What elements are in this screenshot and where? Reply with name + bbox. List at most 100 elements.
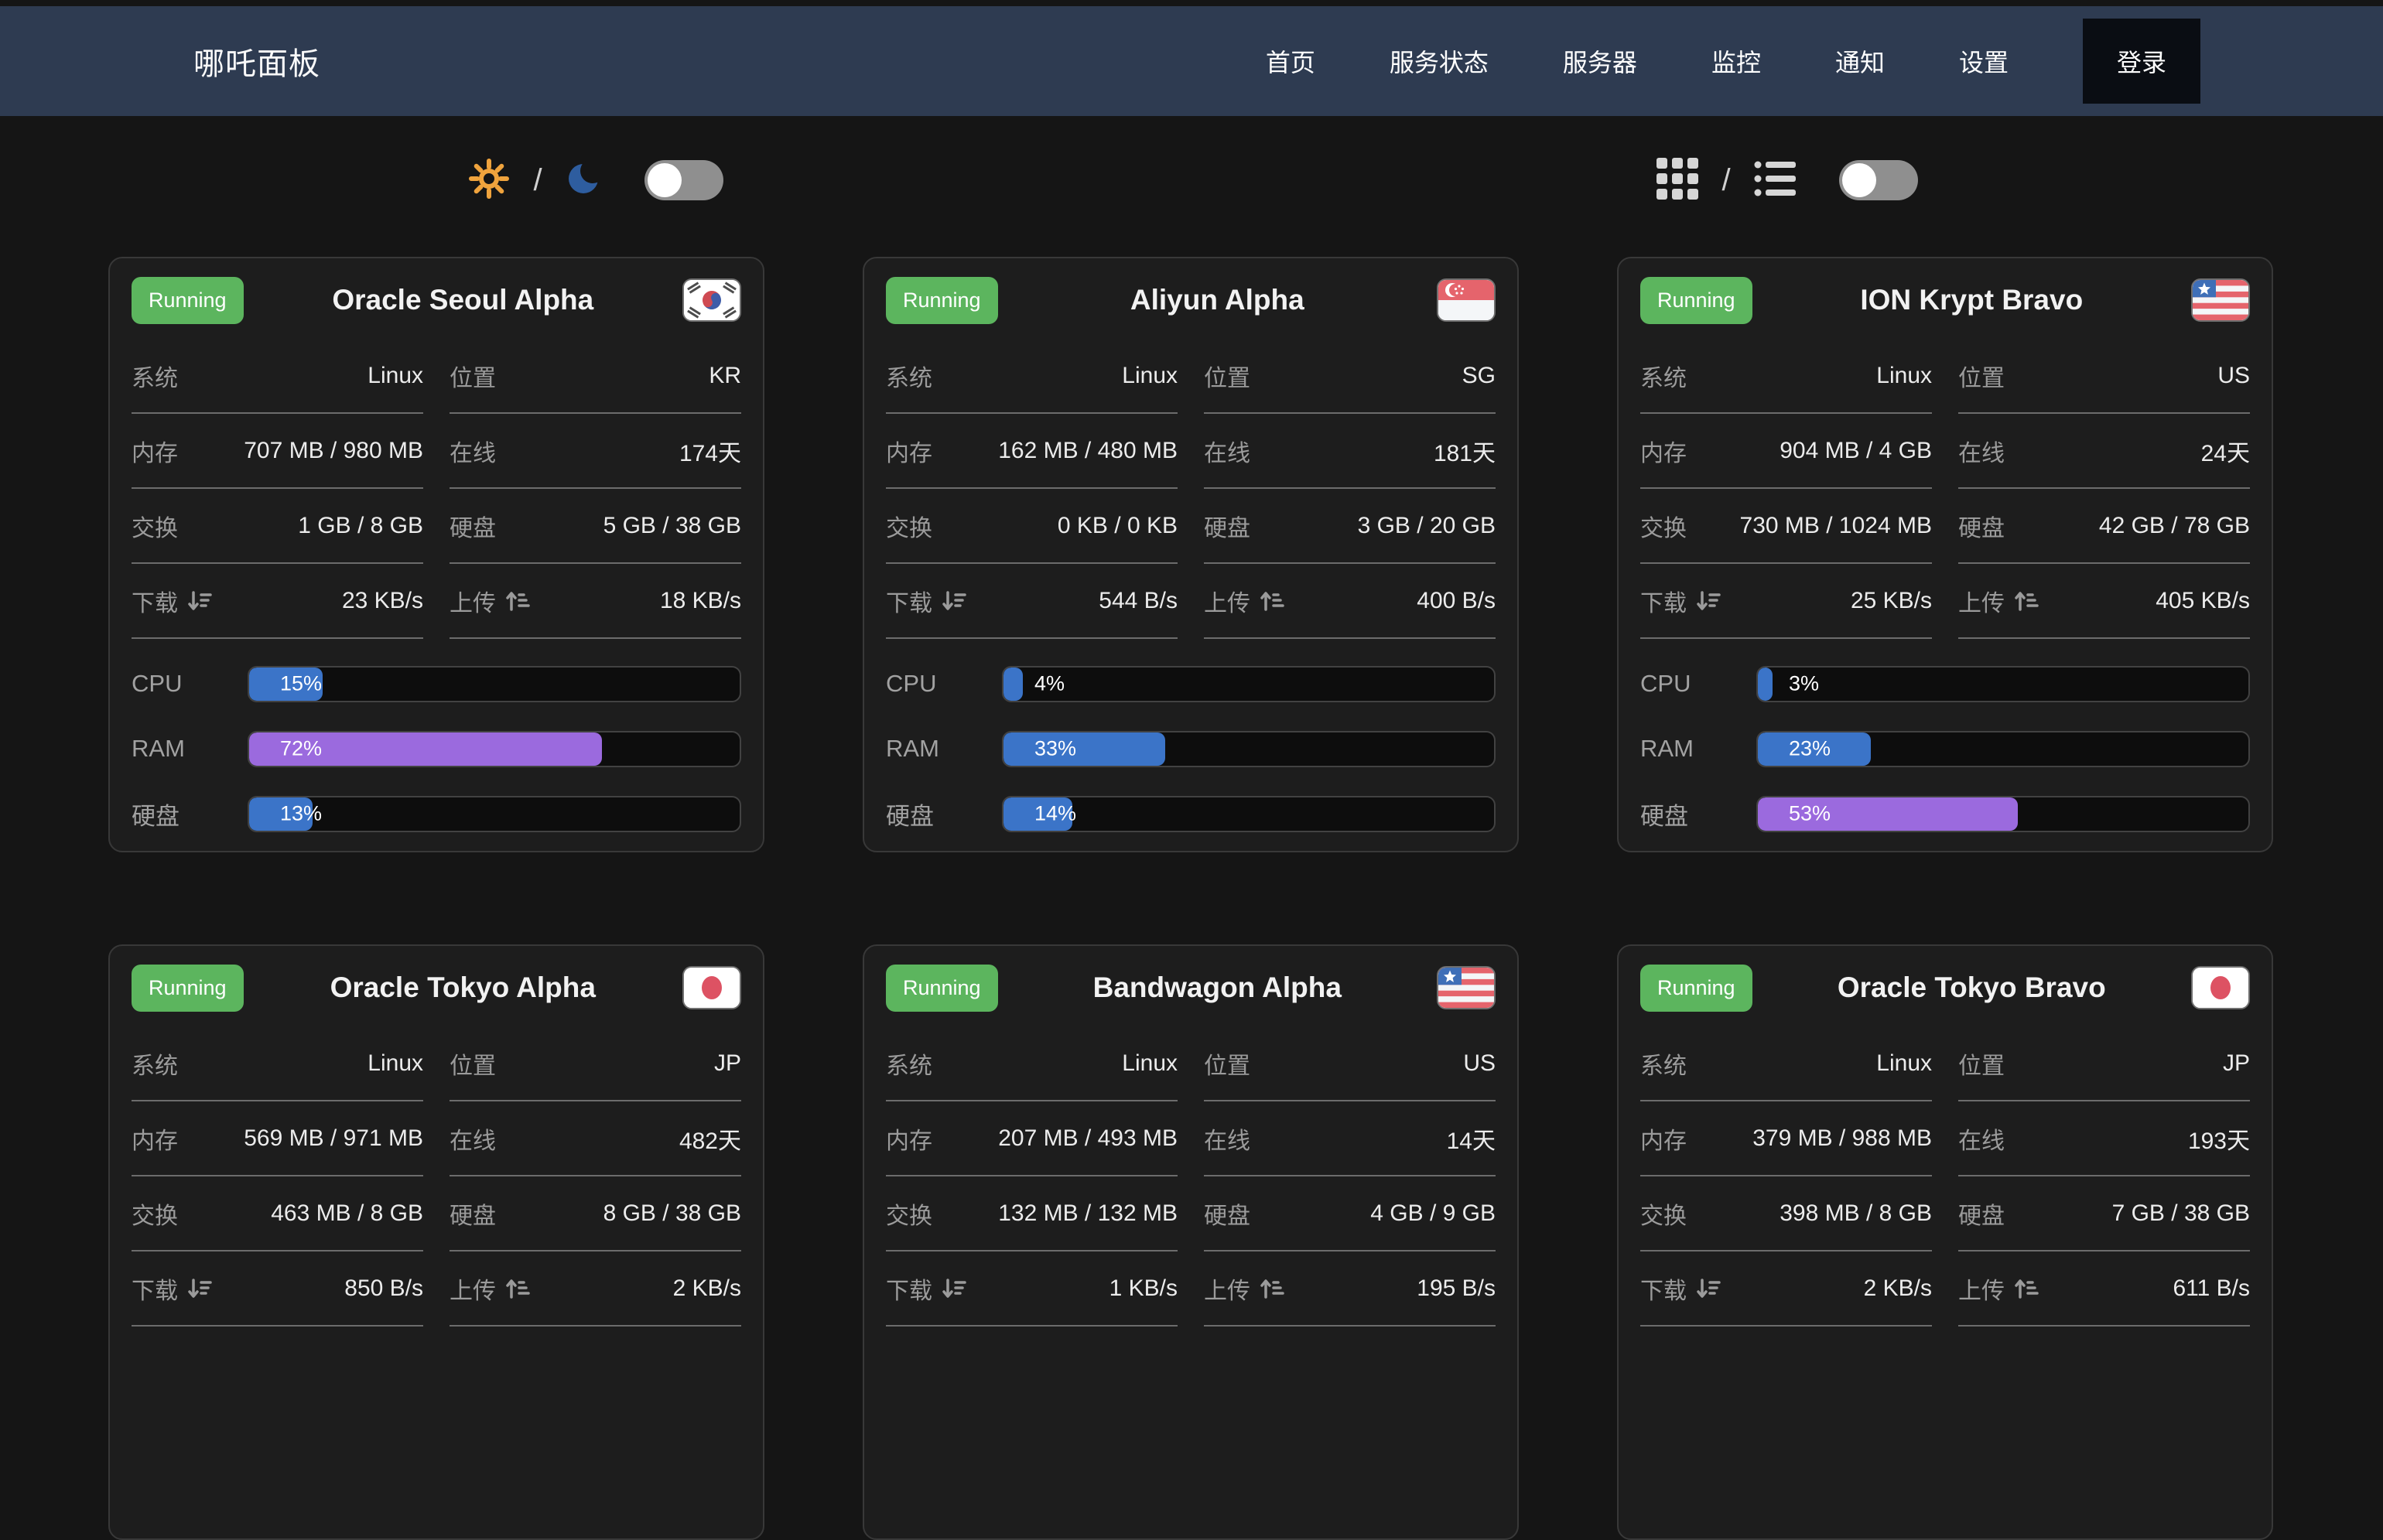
usage-bar-label: RAM xyxy=(886,735,1002,763)
server-name: Oracle Tokyo Alpha xyxy=(244,971,682,1004)
location-label: 位置 xyxy=(1204,359,1250,393)
download-label-text: 下载 xyxy=(1640,1272,1687,1306)
location-value: US xyxy=(1463,1050,1496,1077)
swap-value: 398 MB / 8 GB xyxy=(1780,1200,1932,1227)
os-cell: 系统 Linux xyxy=(1640,339,1932,414)
upload-label-text: 上传 xyxy=(1958,1272,2005,1306)
disk-value: 8 GB / 38 GB xyxy=(603,1200,741,1227)
download-label: 下载 xyxy=(886,1272,966,1306)
memory-label: 内存 xyxy=(1640,434,1687,468)
theme-toggle-switch[interactable] xyxy=(644,160,723,200)
stat-row: 内存 207 MB / 493 MB 在线 14天 xyxy=(886,1101,1496,1176)
stat-row: 交换 398 MB / 8 GB 硬盘 7 GB / 38 GB xyxy=(1640,1176,2250,1251)
usage-bar-row: RAM 72% xyxy=(132,716,741,781)
memory-label: 内存 xyxy=(886,1122,932,1156)
upload-value: 400 B/s xyxy=(1417,588,1496,614)
swap-value: 730 MB / 1024 MB xyxy=(1740,513,1932,539)
server-card[interactable]: Running Oracle Tokyo Bravo 系统 Linux 位置 J… xyxy=(1617,944,2273,1540)
us-flag-icon xyxy=(2191,278,2250,322)
status-badge: Running xyxy=(886,277,998,324)
upload-label: 上传 xyxy=(1958,1272,2039,1306)
download-cell: 下载 2 KB/s xyxy=(1640,1251,1932,1327)
disk-label: 硬盘 xyxy=(1958,1197,2005,1231)
status-badge: Running xyxy=(886,965,998,1012)
uptime-cell: 在线 181天 xyxy=(1204,414,1496,489)
memory-value: 379 MB / 988 MB xyxy=(1752,1125,1932,1152)
jp-flag-icon xyxy=(682,966,741,1009)
usage-bar-label: RAM xyxy=(132,735,248,763)
stat-row: 交换 0 KB / 0 KB 硬盘 3 GB / 20 GB xyxy=(886,489,1496,564)
swap-cell: 交换 0 KB / 0 KB xyxy=(886,489,1178,564)
location-label: 位置 xyxy=(450,359,496,393)
download-label: 下载 xyxy=(1640,584,1721,618)
location-value: JP xyxy=(714,1050,741,1077)
stat-row: 交换 1 GB / 8 GB 硬盘 5 GB / 38 GB xyxy=(132,489,741,564)
nav-item-notifications[interactable]: 通知 xyxy=(1835,43,1885,79)
usage-bar-track: 3% xyxy=(1756,666,2250,702)
login-button[interactable]: 登录 xyxy=(2083,19,2200,104)
location-label: 位置 xyxy=(1204,1047,1250,1081)
uptime-label: 在线 xyxy=(1958,434,2005,468)
sort-amount-up-icon xyxy=(505,1276,530,1301)
nav-item-monitoring[interactable]: 监控 xyxy=(1711,43,1761,79)
swap-cell: 交换 1 GB / 8 GB xyxy=(132,489,423,564)
server-card[interactable]: Running Oracle Seoul Alpha 系统 Linux 位置 K… xyxy=(108,257,764,852)
usage-bars: CPU15% RAM 72% 硬盘13% xyxy=(132,651,741,846)
download-label-text: 下载 xyxy=(886,1272,932,1306)
os-value: Linux xyxy=(1876,1050,1932,1077)
usage-bar-label: RAM xyxy=(1640,735,1756,763)
server-card[interactable]: Running Bandwagon Alpha 系统 Linux 位置 US 内… xyxy=(863,944,1519,1540)
usage-bar-track: 14% xyxy=(1002,796,1496,832)
nav-item-settings[interactable]: 设置 xyxy=(1959,43,2009,79)
stat-row: 交换 132 MB / 132 MB 硬盘 4 GB / 9 GB xyxy=(886,1176,1496,1251)
card-header: Running Aliyun Alpha xyxy=(886,261,1496,339)
usage-bar-track: 15% xyxy=(248,666,741,702)
memory-cell: 内存 904 MB / 4 GB xyxy=(1640,414,1932,489)
uptime-cell: 在线 14天 xyxy=(1204,1101,1496,1176)
sort-amount-up-icon xyxy=(505,589,530,613)
download-cell: 下载 1 KB/s xyxy=(886,1251,1178,1327)
disk-label: 硬盘 xyxy=(1204,509,1250,543)
download-label: 下载 xyxy=(132,1272,212,1306)
server-name: Oracle Tokyo Bravo xyxy=(1752,971,2191,1004)
usage-bar-row: 硬盘13% xyxy=(132,781,741,846)
sort-amount-down-icon xyxy=(187,1276,212,1301)
stat-row: 下载 850 B/s 上传 2 KB/s xyxy=(132,1251,741,1327)
download-value: 1 KB/s xyxy=(1109,1275,1178,1302)
usage-bar-row: 硬盘14% xyxy=(886,781,1496,846)
usage-bar-row: CPU4% xyxy=(886,651,1496,716)
server-card[interactable]: Running ION Krypt Bravo 系统 Linux 位置 US 内… xyxy=(1617,257,2273,852)
disk-label: 硬盘 xyxy=(450,1197,496,1231)
disk-value: 42 GB / 78 GB xyxy=(2099,513,2250,539)
stat-row: 系统 Linux 位置 KR xyxy=(132,339,741,414)
location-value: SG xyxy=(1462,363,1496,389)
server-card[interactable]: Running Aliyun Alpha 系统 Linux 位置 SG 内存 1… xyxy=(863,257,1519,852)
moon-icon xyxy=(566,161,601,200)
view-toggle-switch[interactable] xyxy=(1839,160,1918,200)
server-card[interactable]: Running Oracle Tokyo Alpha 系统 Linux 位置 J… xyxy=(108,944,764,1540)
usage-bar-value: 53% xyxy=(1789,802,1831,826)
usage-bar-row: 硬盘 53% xyxy=(1640,781,2250,846)
stat-row: 下载 544 B/s 上传 400 B/s xyxy=(886,564,1496,639)
upload-cell: 上传 400 B/s xyxy=(1204,564,1496,639)
os-label: 系统 xyxy=(132,359,178,393)
disk-label: 硬盘 xyxy=(1204,1197,1250,1231)
nav-item-home[interactable]: 首页 xyxy=(1266,43,1315,79)
usage-bar-value: 72% xyxy=(280,737,322,761)
card-header: Running Oracle Tokyo Alpha xyxy=(132,949,741,1026)
stat-row: 下载 1 KB/s 上传 195 B/s xyxy=(886,1251,1496,1327)
usage-bar-label: 硬盘 xyxy=(1640,797,1756,831)
memory-label: 内存 xyxy=(886,434,932,468)
location-value: US xyxy=(2217,363,2250,389)
usage-bar-row: CPU15% xyxy=(132,651,741,716)
sort-amount-up-icon xyxy=(1260,1276,1284,1301)
disk-label: 硬盘 xyxy=(1958,509,2005,543)
swap-label: 交换 xyxy=(1640,1197,1687,1231)
upload-value: 611 B/s xyxy=(2173,1275,2250,1302)
stat-row: 内存 379 MB / 988 MB 在线 193天 xyxy=(1640,1101,2250,1176)
nav-item-service-status[interactable]: 服务状态 xyxy=(1390,43,1489,79)
usage-bar-track: 23% xyxy=(1756,731,2250,767)
download-cell: 下载 544 B/s xyxy=(886,564,1178,639)
upload-label: 上传 xyxy=(450,1272,530,1306)
nav-item-servers[interactable]: 服务器 xyxy=(1563,43,1637,79)
